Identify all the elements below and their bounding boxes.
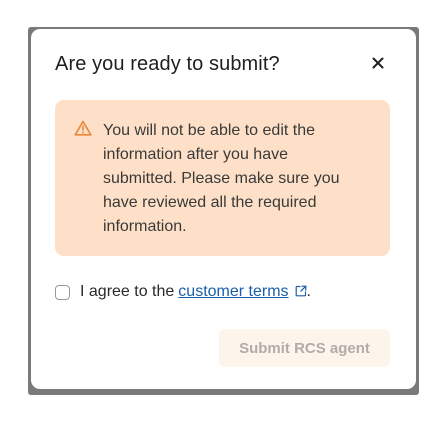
submit-confirmation-dialog: Are you ready to submit? You will not be… [31,29,416,389]
warning-message: You will not be able to edit the informa… [103,122,340,235]
agree-terms-checkbox[interactable] [55,284,70,300]
warning-banner: You will not be able to edit the informa… [55,100,390,256]
terms-agreement-row: I agree to the customer terms . [55,280,311,304]
dialog-title: Are you ready to submit? [55,53,280,75]
agree-suffix: . [306,283,311,300]
customer-terms-link-text: customer terms [178,283,289,300]
submit-rcs-agent-button[interactable]: Submit RCS agent [219,329,390,367]
customer-terms-link[interactable]: customer terms [178,280,306,304]
agree-label: I agree to the [80,283,175,300]
external-link-icon [295,285,306,297]
close-icon [372,57,384,69]
close-button[interactable] [368,53,388,73]
warning-triangle-icon [74,120,92,136]
